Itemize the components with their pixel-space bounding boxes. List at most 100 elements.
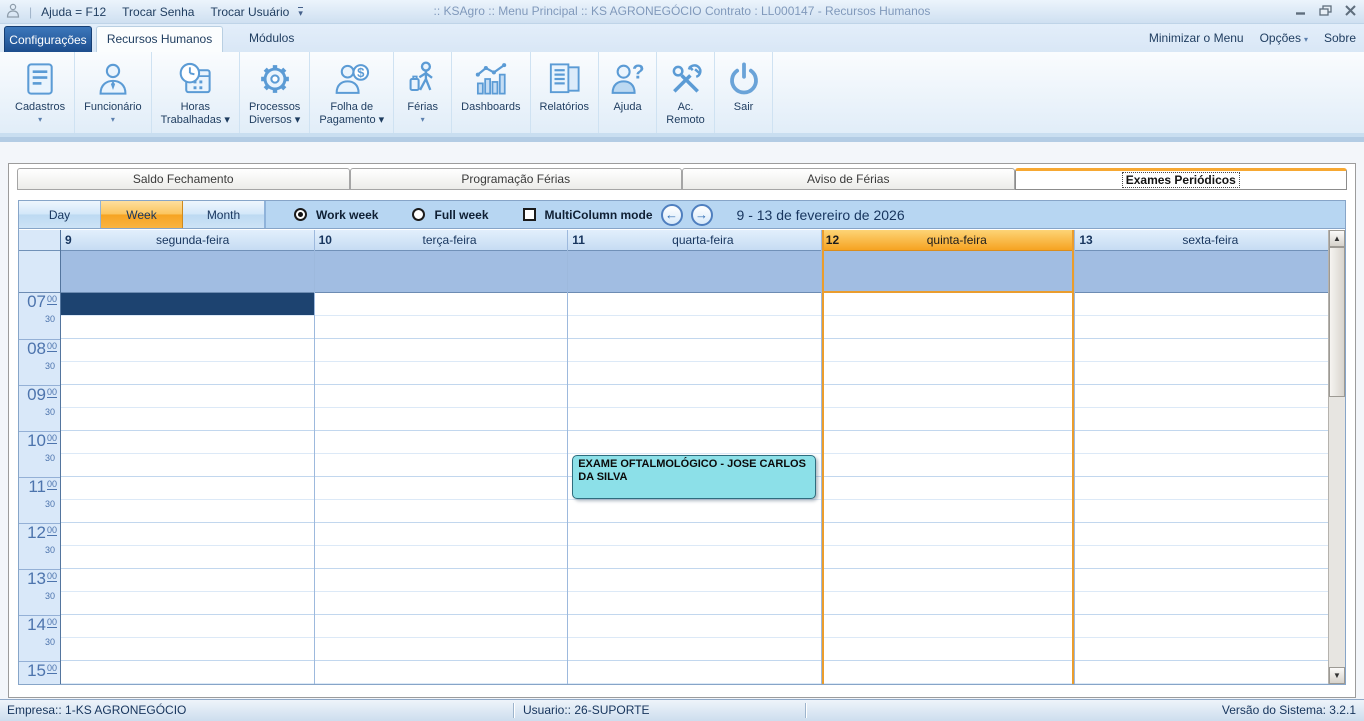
appointment[interactable]: EXAME OFTALMOLÓGICO - JOSE CARLOS DA SIL…	[572, 455, 816, 499]
ribbon-button-funcionario[interactable]: Funcionário▾	[75, 52, 151, 133]
time-cell[interactable]	[568, 408, 821, 431]
time-cell[interactable]	[822, 454, 1075, 477]
day-grid[interactable]	[61, 293, 314, 684]
time-cell[interactable]	[568, 638, 821, 661]
time-cell[interactable]	[1075, 523, 1328, 546]
time-cell[interactable]	[315, 523, 568, 546]
time-cell[interactable]	[822, 385, 1075, 408]
time-cell[interactable]	[315, 339, 568, 362]
time-cell[interactable]	[568, 546, 821, 569]
time-cell[interactable]	[822, 293, 1075, 316]
ribbon-button-ac-remoto[interactable]: Ac.Remoto	[657, 52, 715, 133]
qat-customize-arrow-icon[interactable]: ▾	[298, 7, 303, 17]
time-cell[interactable]	[61, 477, 314, 500]
radio-circle[interactable]	[412, 208, 425, 221]
time-cell[interactable]	[61, 661, 314, 684]
time-cell[interactable]	[1075, 339, 1328, 362]
tab-aviso-de-ferias[interactable]: Aviso de Férias	[682, 168, 1015, 190]
radio-circle[interactable]	[294, 208, 307, 221]
time-cell[interactable]	[61, 385, 314, 408]
time-cell[interactable]	[61, 569, 314, 592]
ribbon-button-dashboards[interactable]: Dashboards	[452, 52, 530, 133]
day-header-sexta-feira[interactable]: 13sexta-feira	[1075, 230, 1328, 251]
time-cell[interactable]	[822, 316, 1075, 339]
view-button-day[interactable]: Day	[19, 201, 101, 228]
time-cell[interactable]	[315, 592, 568, 615]
tab-saldo-fechamento[interactable]: Saldo Fechamento	[17, 168, 350, 190]
ribbon-button-horas-trabalhadas[interactable]: HorasTrabalhadas ▾	[152, 52, 240, 133]
time-cell[interactable]	[1075, 362, 1328, 385]
time-cell[interactable]	[315, 615, 568, 638]
time-cell[interactable]	[61, 454, 314, 477]
time-cell[interactable]	[822, 431, 1075, 454]
time-cell[interactable]	[315, 546, 568, 569]
time-cell[interactable]	[822, 569, 1075, 592]
time-cell[interactable]	[315, 431, 568, 454]
qat-item-trocar-usuario[interactable]: Trocar Usuário	[210, 5, 289, 19]
time-cell[interactable]	[568, 569, 821, 592]
time-cell[interactable]	[822, 661, 1075, 684]
time-cell[interactable]	[61, 316, 314, 339]
time-cell[interactable]	[1075, 408, 1328, 431]
time-cell[interactable]	[822, 523, 1075, 546]
time-cell[interactable]	[61, 339, 314, 362]
time-cell[interactable]	[61, 615, 314, 638]
time-cell[interactable]	[315, 362, 568, 385]
time-cell[interactable]	[822, 638, 1075, 661]
time-cell[interactable]	[1075, 293, 1328, 316]
ribbon-button-cadastros[interactable]: Cadastros▾	[6, 52, 75, 133]
ribbon-tab-configuracoes[interactable]: Configurações	[4, 26, 92, 52]
time-cell[interactable]	[822, 546, 1075, 569]
vertical-scrollbar[interactable]: ▲ ▼	[1328, 230, 1345, 684]
time-cell[interactable]	[1075, 615, 1328, 638]
minimize-icon[interactable]	[1292, 4, 1308, 17]
next-week-button[interactable]: →	[691, 204, 713, 226]
ribbon-button-processos-diversos[interactable]: ProcessosDiversos ▾	[240, 52, 310, 133]
time-cell[interactable]	[1075, 385, 1328, 408]
time-cell[interactable]	[315, 385, 568, 408]
qat-item-ajuda-f12[interactable]: Ajuda = F12	[41, 5, 106, 19]
time-cell[interactable]	[315, 569, 568, 592]
time-cell[interactable]	[568, 500, 821, 523]
radio-work-week[interactable]: Work week	[294, 208, 378, 222]
time-cell[interactable]	[315, 638, 568, 661]
scroll-down-icon[interactable]: ▼	[1329, 667, 1345, 684]
time-cell[interactable]	[1075, 638, 1328, 661]
time-cell[interactable]	[61, 500, 314, 523]
time-cell[interactable]	[315, 500, 568, 523]
time-cell[interactable]	[568, 523, 821, 546]
view-button-month[interactable]: Month	[183, 201, 265, 228]
day-grid[interactable]	[822, 293, 1075, 684]
view-button-week[interactable]: Week	[101, 201, 183, 228]
ribbon-button-sair[interactable]: Sair	[715, 52, 773, 133]
all-day-area[interactable]	[822, 251, 1075, 293]
time-cell[interactable]	[61, 408, 314, 431]
day-header-terca-feira[interactable]: 10terça-feira	[315, 230, 568, 251]
time-cell[interactable]	[822, 592, 1075, 615]
time-cell[interactable]	[568, 385, 821, 408]
all-day-area[interactable]	[568, 251, 821, 293]
ribbon-link-sobre[interactable]: Sobre	[1324, 31, 1356, 45]
time-cell[interactable]	[1075, 500, 1328, 523]
time-cell[interactable]	[1075, 546, 1328, 569]
day-grid[interactable]: EXAME OFTALMOLÓGICO - JOSE CARLOS DA SIL…	[568, 293, 821, 684]
previous-week-button[interactable]: ←	[661, 204, 683, 226]
day-header-segunda-feira[interactable]: 9segunda-feira	[61, 230, 314, 251]
all-day-area[interactable]	[1075, 251, 1328, 293]
time-cell[interactable]	[568, 362, 821, 385]
time-cell[interactable]	[315, 293, 568, 316]
qat-item-trocar-senha[interactable]: Trocar Senha	[122, 5, 194, 19]
scroll-up-icon[interactable]: ▲	[1329, 230, 1345, 247]
time-cell[interactable]	[315, 408, 568, 431]
all-day-area[interactable]	[315, 251, 568, 293]
ribbon-button-ajuda[interactable]: ?Ajuda	[599, 52, 657, 133]
time-cell[interactable]	[1075, 569, 1328, 592]
time-cell[interactable]	[568, 431, 821, 454]
time-cell[interactable]	[568, 661, 821, 684]
time-cell[interactable]	[315, 661, 568, 684]
ribbon-link-minimizar-o-menu[interactable]: Minimizar o Menu	[1149, 31, 1244, 45]
time-cell[interactable]	[61, 362, 314, 385]
ribbon-tab-modulos[interactable]: Módulos	[231, 26, 312, 52]
time-cell[interactable]	[1075, 454, 1328, 477]
tab-programacao-ferias[interactable]: Programação Férias	[350, 168, 683, 190]
